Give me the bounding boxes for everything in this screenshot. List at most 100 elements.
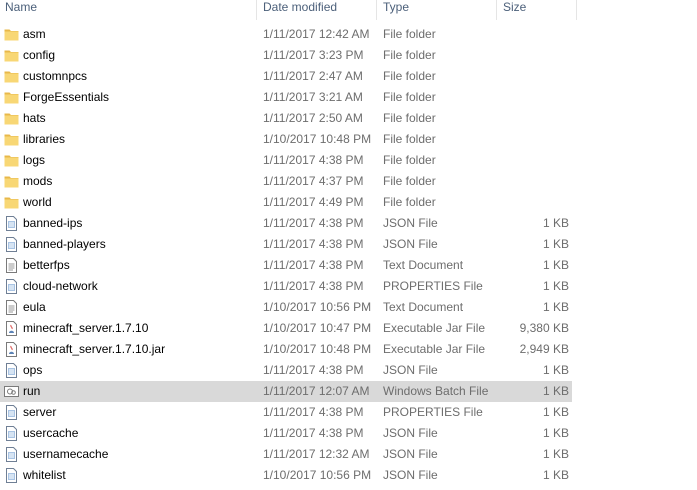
file-size: 1 KB bbox=[542, 384, 569, 398]
file-row-ops[interactable]: ops 1/11/2017 4:38 PM JSON File 1 KB bbox=[0, 360, 697, 381]
folder-icon bbox=[4, 48, 19, 63]
file-type: JSON File bbox=[383, 447, 438, 461]
folder-icon bbox=[4, 195, 19, 210]
file-type: File folder bbox=[383, 69, 436, 83]
file-row-betterfps[interactable]: betterfps 1/11/2017 4:38 PM Text Document 1… bbox=[0, 255, 697, 276]
file-date-modified: 1/10/2017 10:48 PM bbox=[263, 132, 372, 146]
file-date-modified: 1/11/2017 4:38 PM bbox=[263, 216, 364, 230]
file-date-modified: 1/11/2017 4:38 PM bbox=[263, 405, 364, 419]
column-header-name[interactable]: Name bbox=[5, 0, 255, 20]
column-header-size[interactable]: Size bbox=[503, 0, 573, 20]
file-date-modified: 1/10/2017 10:56 PM bbox=[263, 300, 372, 314]
file-name: minecraft_server.1.7.10 bbox=[23, 321, 149, 335]
file-size: 2,949 KB bbox=[519, 342, 569, 356]
file-row-forgeessentials[interactable]: ForgeEssentials 1/11/2017 3:21 AM File fol… bbox=[0, 87, 697, 108]
file-row-usernamecache[interactable]: usernamecache 1/11/2017 12:32 AM JSON File… bbox=[0, 444, 697, 465]
file-name: banned-ips bbox=[23, 216, 83, 230]
file-type: JSON File bbox=[383, 468, 438, 482]
file-name: cloud-network bbox=[23, 279, 98, 293]
file-name: eula bbox=[23, 300, 46, 314]
folder-icon bbox=[4, 111, 19, 126]
file-date-modified: 1/11/2017 2:47 AM bbox=[263, 69, 363, 83]
file-type: Executable Jar File bbox=[383, 342, 486, 356]
file-date-modified: 1/11/2017 12:42 AM bbox=[263, 27, 370, 41]
file-date-modified: 1/11/2017 4:38 PM bbox=[263, 279, 364, 293]
properties-file-icon bbox=[4, 405, 19, 420]
file-type: JSON File bbox=[383, 216, 438, 230]
file-row-usercache[interactable]: usercache 1/11/2017 4:38 PM JSON File 1 KB bbox=[0, 423, 697, 444]
file-row-logs[interactable]: logs 1/11/2017 4:38 PM File folder bbox=[0, 150, 697, 171]
file-name: usernamecache bbox=[23, 447, 109, 461]
folder-icon bbox=[4, 69, 19, 84]
column-divider[interactable] bbox=[256, 0, 257, 20]
batch-file-icon bbox=[4, 384, 19, 399]
file-name: customnpcs bbox=[23, 69, 88, 83]
file-row-eula[interactable]: eula 1/10/2017 10:56 PM Text Document 1 KB bbox=[0, 297, 697, 318]
file-date-modified: 1/11/2017 2:50 AM bbox=[263, 111, 363, 125]
file-type: JSON File bbox=[383, 426, 438, 440]
file-date-modified: 1/11/2017 4:38 PM bbox=[263, 153, 364, 167]
file-name: usercache bbox=[23, 426, 79, 440]
file-row-config[interactable]: config 1/11/2017 3:23 PM File folder bbox=[0, 45, 697, 66]
text-file-icon bbox=[4, 300, 19, 315]
file-size: 1 KB bbox=[542, 237, 569, 251]
file-row-mods[interactable]: mods 1/11/2017 4:37 PM File folder bbox=[0, 171, 697, 192]
file-type: Text Document bbox=[383, 258, 464, 272]
json-file-icon bbox=[4, 363, 19, 378]
file-type: PROPERTIES File bbox=[383, 405, 483, 419]
file-date-modified: 1/11/2017 4:38 PM bbox=[263, 426, 364, 440]
file-name: mods bbox=[23, 174, 53, 188]
file-date-modified: 1/10/2017 10:56 PM bbox=[263, 468, 372, 482]
file-size: 9,380 KB bbox=[519, 321, 569, 335]
column-divider[interactable] bbox=[376, 0, 377, 20]
file-row-whitelist[interactable]: whitelist 1/10/2017 10:56 PM JSON File 1 KB bbox=[0, 465, 697, 486]
folder-icon bbox=[4, 174, 19, 189]
file-row-banned-players[interactable]: banned-players 1/11/2017 4:38 PM JSON File… bbox=[0, 234, 697, 255]
file-date-modified: 1/11/2017 12:07 AM bbox=[263, 384, 370, 398]
file-row-libraries[interactable]: libraries 1/10/2017 10:48 PM File folder bbox=[0, 129, 697, 150]
file-name: banned-players bbox=[23, 237, 106, 251]
file-date-modified: 1/11/2017 3:21 AM bbox=[263, 90, 363, 104]
column-divider[interactable] bbox=[496, 0, 497, 20]
column-header-type[interactable]: Type bbox=[383, 0, 493, 20]
file-type: JSON File bbox=[383, 237, 438, 251]
folder-icon bbox=[4, 27, 19, 42]
file-type: Windows Batch File bbox=[383, 384, 489, 398]
file-row-server[interactable]: server 1/11/2017 4:38 PM PROPERTIES File 1 … bbox=[0, 402, 697, 423]
jar-file-icon bbox=[4, 342, 19, 357]
column-divider[interactable] bbox=[576, 0, 577, 20]
file-name: asm bbox=[23, 27, 46, 41]
file-type: File folder bbox=[383, 174, 436, 188]
json-file-icon bbox=[4, 447, 19, 462]
file-type: Text Document bbox=[383, 300, 464, 314]
file-date-modified: 1/11/2017 4:49 PM bbox=[263, 195, 364, 209]
file-size: 1 KB bbox=[542, 300, 569, 314]
file-type: Executable Jar File bbox=[383, 321, 486, 335]
file-type: File folder bbox=[383, 111, 436, 125]
file-name: world bbox=[23, 195, 52, 209]
file-type: File folder bbox=[383, 48, 436, 62]
file-size: 1 KB bbox=[542, 468, 569, 482]
folder-icon bbox=[4, 132, 19, 147]
column-header-date-modified[interactable]: Date modified bbox=[263, 0, 373, 20]
file-type: File folder bbox=[383, 27, 436, 41]
file-row-cloud-network[interactable]: cloud-network 1/11/2017 4:38 PM PROPERTIES… bbox=[0, 276, 697, 297]
file-size: 1 KB bbox=[542, 216, 569, 230]
file-size: 1 KB bbox=[542, 405, 569, 419]
file-name: config bbox=[23, 48, 56, 62]
file-row-world[interactable]: world 1/11/2017 4:49 PM File folder bbox=[0, 192, 697, 213]
file-name: minecraft_server.1.7.10.jar bbox=[23, 342, 166, 356]
folder-icon bbox=[4, 153, 19, 168]
file-type: PROPERTIES File bbox=[383, 279, 483, 293]
file-row-hats[interactable]: hats 1/11/2017 2:50 AM File folder bbox=[0, 108, 697, 129]
file-date-modified: 1/11/2017 12:32 AM bbox=[263, 447, 370, 461]
file-row-minecraft-server-1-7-10-jar[interactable]: minecraft_server.1.7.10.jar 1/10/2017 10:… bbox=[0, 339, 697, 360]
file-row-asm[interactable]: asm 1/11/2017 12:42 AM File folder bbox=[0, 24, 697, 45]
file-row-customnpcs[interactable]: customnpcs 1/11/2017 2:47 AM File folder bbox=[0, 66, 697, 87]
file-row-run[interactable]: run 1/11/2017 12:07 AM Windows Batch File 1… bbox=[0, 381, 697, 402]
file-date-modified: 1/11/2017 4:38 PM bbox=[263, 237, 364, 251]
file-name: libraries bbox=[23, 132, 66, 146]
file-row-minecraft-server-1-7-10[interactable]: minecraft_server.1.7.10 1/10/2017 10:47 P… bbox=[0, 318, 697, 339]
file-row-banned-ips[interactable]: banned-ips 1/11/2017 4:38 PM JSON File 1 KB bbox=[0, 213, 697, 234]
json-file-icon bbox=[4, 426, 19, 441]
